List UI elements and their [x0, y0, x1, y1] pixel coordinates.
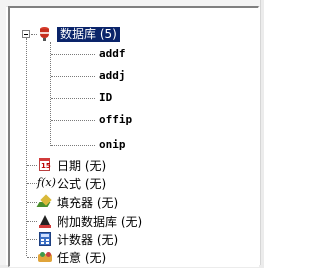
tree-connector — [27, 221, 37, 222]
tree-connector-main — [26, 38, 27, 256]
tree-connector — [51, 120, 95, 121]
tree-connector — [51, 98, 95, 99]
tree-panel-frame: 数据库 (5) addf addj ID offip onip 15 日期 (无… — [0, 0, 264, 268]
window-right-edge — [260, 0, 264, 268]
tree-node-filler[interactable]: 填充器 (无) — [36, 193, 119, 211]
tree-node-label: 附加数据库 (无) — [57, 214, 143, 229]
attach-database-icon — [37, 213, 53, 229]
tree-node-label: 填充器 (无) — [57, 195, 119, 210]
tree-connector-children — [50, 42, 51, 146]
database-icon — [37, 26, 53, 42]
tree-connector — [51, 145, 95, 146]
tree-leaf-field[interactable]: onip — [99, 137, 126, 153]
tree-node-label: 计数器 (无) — [57, 232, 119, 247]
counter-icon — [37, 231, 53, 247]
tree-connector — [27, 183, 37, 184]
window-left-edge — [0, 0, 6, 268]
tree-view[interactable]: 数据库 (5) addf addj ID offip onip 15 日期 (无… — [8, 6, 259, 267]
tree-leaf-field[interactable]: offip — [99, 112, 132, 128]
tree-node-label: 公式 (无) — [57, 176, 107, 191]
tree-leaf-field[interactable]: addf — [99, 46, 126, 62]
tree-connector — [27, 202, 37, 203]
random-icon — [37, 249, 53, 265]
filler-icon — [36, 194, 53, 210]
calendar-icon: 15 — [37, 157, 53, 173]
tree-node-label: 任意 (无) — [57, 250, 107, 265]
tree-connector — [27, 165, 37, 166]
tree-node-random[interactable]: 任意 (无) — [37, 248, 106, 266]
tree-content: 数据库 (5) addf addj ID offip onip 15 日期 (无… — [10, 8, 258, 266]
tree-connector — [51, 76, 95, 77]
tree-node-formula[interactable]: f(x) 公式 (无) — [37, 174, 106, 192]
tree-node-database[interactable]: 数据库 (5) — [37, 25, 120, 43]
tree-connector — [51, 54, 95, 55]
tree-connector — [27, 257, 37, 258]
tree-leaf-field[interactable]: addj — [99, 68, 126, 84]
tree-node-attach-database[interactable]: 附加数据库 (无) — [37, 212, 142, 230]
collapse-toggle[interactable] — [22, 30, 30, 38]
tree-node-label: 日期 (无) — [57, 158, 107, 173]
formula-icon: f(x) — [37, 176, 56, 189]
tree-leaf-field[interactable]: ID — [99, 90, 112, 106]
tree-node-label: 数据库 (5) — [57, 26, 120, 42]
tree-node-date[interactable]: 15 日期 (无) — [37, 156, 106, 174]
tree-connector — [27, 239, 37, 240]
tree-node-counter[interactable]: 计数器 (无) — [37, 230, 118, 248]
